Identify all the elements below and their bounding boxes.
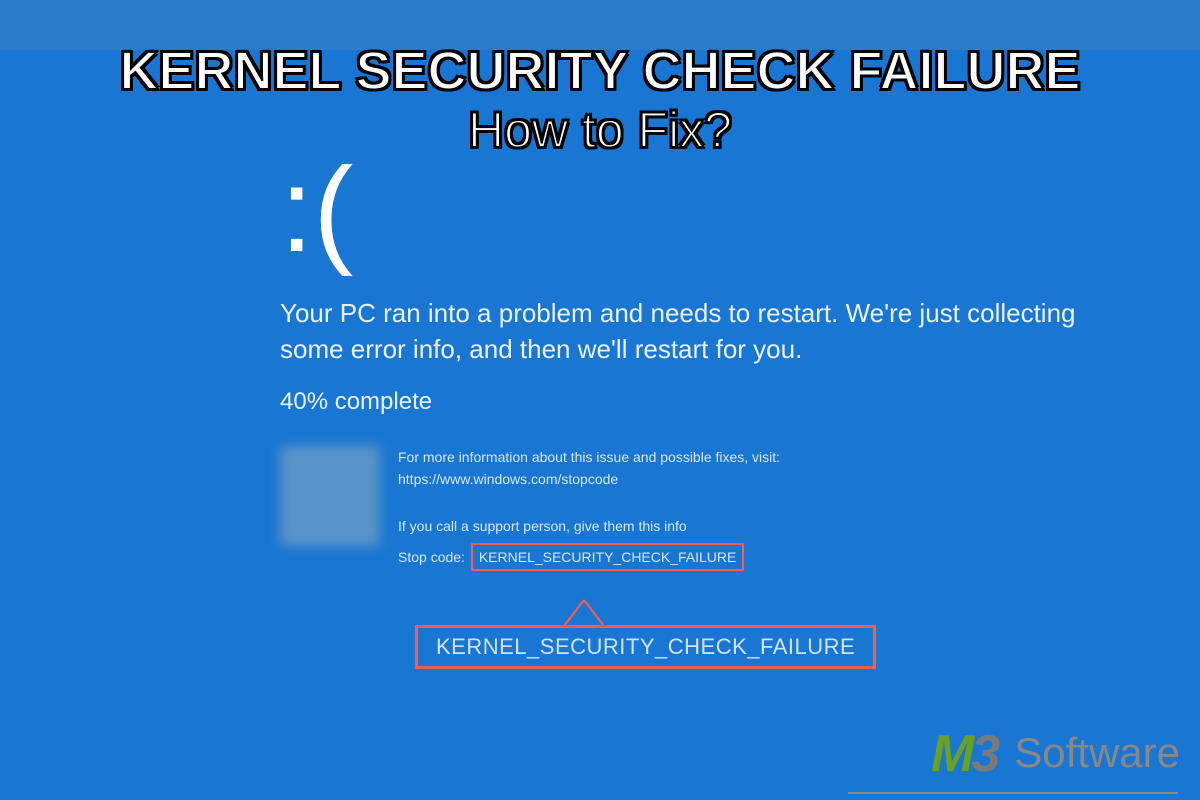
title-overlay: KERNEL SECURITY CHECK FAILURE How to Fix… (0, 40, 1200, 160)
stopcode-label: Stop code: (398, 549, 465, 565)
bsod-screen: :( Your PC ran into a problem and needs … (280, 150, 1140, 571)
qr-code-icon (280, 446, 380, 546)
brand-logo: M 3 Software (931, 724, 1180, 784)
callout-connector (564, 600, 604, 626)
magnified-text: KERNEL_SECURITY_CHECK_FAILURE (436, 634, 855, 659)
overlay-title-line1: KERNEL SECURITY CHECK FAILURE (0, 40, 1200, 102)
support-text: If you call a support person, give them … (398, 515, 998, 537)
magnified-stopcode: KERNEL_SECURITY_CHECK_FAILURE (415, 625, 876, 669)
bsod-message: Your PC ran into a problem and needs to … (280, 295, 1100, 368)
logo-letter-m: M (931, 724, 971, 784)
overlay-title-line2: How to Fix? (0, 102, 1200, 160)
bsod-info-text: For more information about this issue an… (398, 446, 998, 572)
logo-word-software: Software (1014, 729, 1180, 777)
stopcode-highlight: KERNEL_SECURITY_CHECK_FAILURE (471, 543, 745, 571)
sad-face-icon: :( (280, 150, 1140, 270)
logo-underline (848, 792, 1178, 794)
bsod-info-row: For more information about this issue an… (280, 446, 1140, 572)
stopcode-line: Stop code: KERNEL_SECURITY_CHECK_FAILURE (398, 543, 998, 571)
bsod-progress: 40% complete (280, 388, 1140, 416)
stopcode-value: KERNEL_SECURITY_CHECK_FAILURE (479, 549, 737, 565)
logo-number-3: 3 (971, 724, 1000, 784)
more-info-text: For more information about this issue an… (398, 446, 998, 491)
